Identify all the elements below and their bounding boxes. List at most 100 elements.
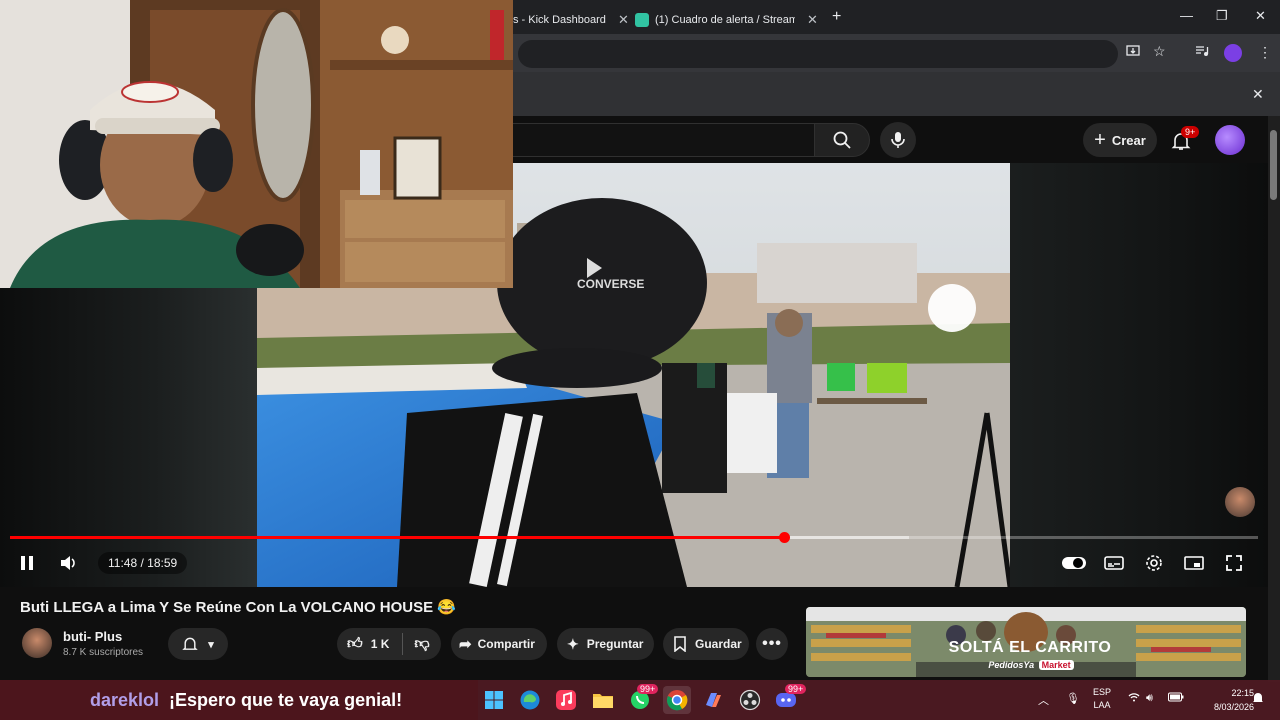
settings-button[interactable] (1142, 552, 1166, 574)
voice-search-button[interactable] (880, 122, 916, 158)
dislike-button[interactable]: 👎︎ (403, 635, 441, 653)
lang-line1: ESP (1093, 687, 1112, 697)
obs-icon[interactable] (736, 686, 764, 714)
notification-badge: 9+ (1181, 126, 1200, 138)
profile-avatar[interactable] (1224, 44, 1242, 62)
toggle-icon (1062, 557, 1086, 569)
volume-button[interactable] (56, 552, 82, 574)
autoplay-toggle[interactable] (1060, 552, 1088, 574)
like-count: 1 K (370, 637, 390, 651)
menu-dots-icon[interactable]: ⋮ (1258, 44, 1272, 61)
chrome-icon[interactable] (663, 686, 691, 714)
close-icon[interactable]: ✕ (807, 12, 818, 28)
address-bar[interactable] (518, 40, 1118, 68)
install-app-icon[interactable] (1126, 44, 1140, 61)
create-label: Crear (1111, 132, 1146, 148)
search-icon (833, 131, 851, 149)
video-title: Buti LLEGA a Lima Y Se Reúne Con La VOLC… (20, 599, 456, 616)
stream-chat-overlay: dareklol ¡Espero que te vaya genial! (0, 680, 478, 720)
progress-scrubber[interactable] (778, 532, 790, 543)
share-label: Compartir (477, 637, 535, 651)
microphone-tray-icon[interactable]: 🎙︎ (1066, 692, 1080, 705)
microphone-icon (891, 132, 905, 148)
ad-brand-name: PedidosYa (988, 660, 1035, 670)
gear-icon (1146, 555, 1162, 571)
ambient-right (1010, 163, 1268, 587)
copilot-icon[interactable] (699, 686, 727, 714)
ask-label: Preguntar (586, 637, 644, 651)
page-scrollbar[interactable] (1268, 116, 1280, 682)
tray-clock[interactable]: 22:15 8/03/2026 (1214, 686, 1254, 714)
wifi-icon[interactable] (1128, 692, 1140, 705)
tab-kick-dashboard[interactable]: s - Kick Dashboard ✕ (513, 6, 629, 34)
whatsapp-badge: 99+ (637, 684, 659, 694)
clock-date: 8/03/2026 (1214, 702, 1255, 712)
file-explorer-icon[interactable] (589, 686, 617, 714)
ask-button[interactable]: ✦ Preguntar (557, 628, 654, 660)
lang-line2: LAA (1093, 700, 1111, 710)
itunes-icon[interactable] (552, 686, 580, 714)
notification-center-icon[interactable] (1252, 692, 1264, 707)
create-button[interactable]: + Crear (1083, 123, 1157, 157)
ad-brand-tag: Market (1038, 660, 1074, 670)
captions-icon (1104, 556, 1124, 570)
tab-streamlabs-alert[interactable]: (1) Cuadro de alerta / Streamlab ✕ (635, 6, 818, 34)
more-horiz-icon: ••• (762, 635, 782, 652)
bookmark-icon (674, 636, 686, 652)
time-display: 11:48 / 18:59 (98, 552, 188, 574)
pause-button[interactable] (14, 552, 40, 574)
streamer-webcam-overlay (0, 0, 513, 288)
channel-name[interactable]: buti- Plus (63, 629, 122, 644)
maximize-icon[interactable]: ❐ (1216, 8, 1228, 24)
tab-label: (1) Cuadro de alerta / Streamlab (655, 14, 795, 26)
share-icon: ➦ (459, 636, 472, 653)
window-close-icon[interactable]: ✕ (1255, 8, 1266, 24)
streamlabs-icon (635, 13, 649, 27)
infobar-close-icon[interactable]: ✕ (1252, 86, 1264, 103)
sparkle-icon: ✦ (567, 635, 579, 652)
media-control-icon[interactable] (1195, 44, 1209, 61)
account-avatar[interactable] (1215, 125, 1245, 155)
chat-message: ¡Espero que te vaya genial! (169, 689, 403, 710)
minimize-icon[interactable]: — (1180, 8, 1193, 23)
chevron-down-icon: ▾ (208, 638, 214, 651)
channel-avatar[interactable] (22, 628, 52, 658)
discord-badge: 99+ (785, 684, 807, 694)
input-language[interactable]: ESP LAA (1093, 686, 1111, 712)
close-icon[interactable]: ✕ (618, 12, 629, 28)
subscription-bell-button[interactable]: ▾ (168, 628, 228, 660)
bookmark-star-icon[interactable]: ☆ (1153, 43, 1166, 60)
save-button[interactable]: Guardar (663, 628, 749, 660)
ad-brand: PedidosYa Market (976, 660, 1086, 670)
like-dislike-group: 👍︎ 1 K 👎︎ (337, 628, 441, 660)
windows-start-icon[interactable] (480, 686, 508, 714)
scrollbar-thumb[interactable] (1270, 130, 1277, 200)
tab-label: s - Kick Dashboard (513, 14, 606, 26)
like-button[interactable]: 👍︎ 1 K (337, 633, 403, 655)
battery-icon[interactable] (1168, 692, 1184, 705)
plus-icon: + (1094, 128, 1106, 151)
miniplayer-button[interactable] (1182, 552, 1206, 574)
pause-icon (21, 556, 33, 570)
progress-played (10, 536, 784, 539)
fullscreen-icon (1226, 555, 1242, 571)
ad-headline: SOLTÁ EL CARRITO (948, 639, 1112, 656)
new-tab-button[interactable]: + (832, 8, 841, 26)
save-label: Guardar (695, 637, 742, 651)
fullscreen-button[interactable] (1222, 552, 1246, 574)
chat-username: dareklol (90, 689, 160, 710)
svg-text:CONVERSE: CONVERSE (577, 277, 644, 291)
search-input[interactable] (512, 123, 814, 157)
search-button[interactable] (814, 123, 870, 157)
speaker-icon[interactable]: 🔊︎ (1146, 692, 1153, 705)
share-button[interactable]: ➦ Compartir (451, 628, 547, 660)
edge-icon[interactable] (516, 686, 544, 714)
bell-icon (182, 637, 198, 650)
more-actions-button[interactable]: ••• (756, 628, 788, 660)
volume-icon (61, 556, 75, 570)
channel-watermark[interactable] (1225, 487, 1255, 517)
ad-banner[interactable]: SOLTÁ EL CARRITO PedidosYa Market (806, 607, 1246, 677)
subtitles-button[interactable] (1102, 552, 1126, 574)
clock-time: 22:15 (1231, 688, 1255, 698)
tray-overflow-icon[interactable]: ︿ (1038, 692, 1049, 708)
